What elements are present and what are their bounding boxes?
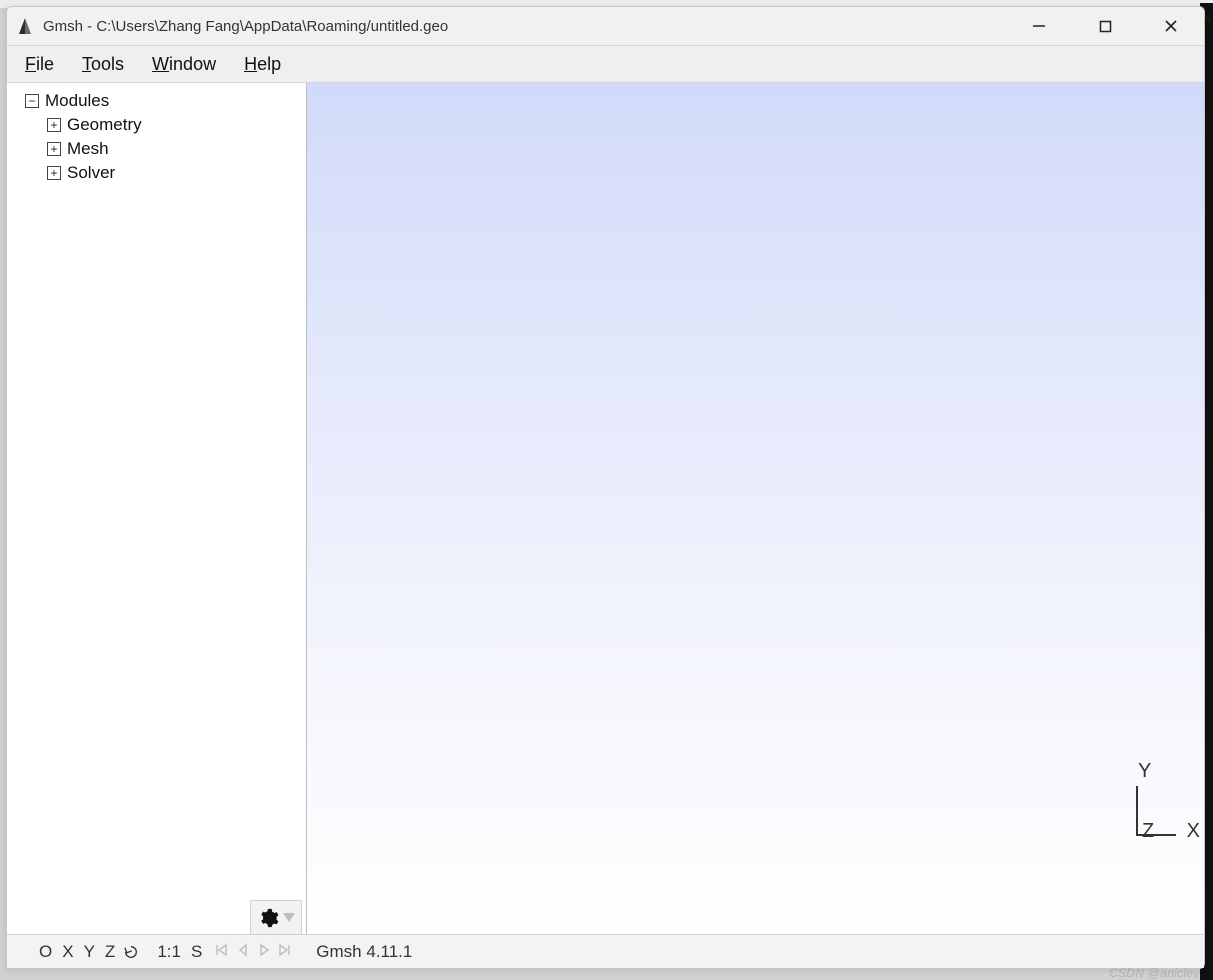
menu-help[interactable]: Help: [244, 54, 281, 75]
app-window: Gmsh - C:\Users\Zhang Fang\AppData\Roami…: [6, 6, 1205, 969]
gear-icon[interactable]: [257, 907, 279, 929]
title-bar[interactable]: Gmsh - C:\Users\Zhang Fang\AppData\Roami…: [7, 7, 1204, 45]
expand-icon[interactable]: +: [47, 142, 61, 156]
menu-tools-label: ools: [91, 54, 124, 74]
menu-file[interactable]: File: [25, 54, 54, 75]
menu-bar: File Tools Window Help: [7, 45, 1204, 83]
dropdown-icon[interactable]: [283, 913, 295, 922]
tree-label: Mesh: [67, 137, 109, 161]
rotate-icon[interactable]: [123, 944, 139, 960]
playback-controls: [214, 942, 292, 962]
work-area: − Modules + Geometry + Mesh + Solver: [7, 83, 1204, 934]
collapse-icon[interactable]: −: [25, 94, 39, 108]
expand-icon[interactable]: +: [47, 166, 61, 180]
maximize-button[interactable]: [1072, 7, 1138, 45]
play-icon[interactable]: [258, 942, 270, 962]
window-controls: [1006, 7, 1204, 45]
watermark: CSDN @aniclever: [1109, 966, 1211, 980]
status-message: Gmsh 4.11.1: [316, 942, 412, 962]
tree-item-modules[interactable]: − Modules: [7, 89, 306, 113]
axis-y-label: Y: [1138, 760, 1151, 783]
view-x-button[interactable]: X: [60, 942, 75, 962]
window-title: Gmsh - C:\Users\Zhang Fang\AppData\Roami…: [43, 18, 448, 35]
close-button[interactable]: [1138, 7, 1204, 45]
mode-button[interactable]: S: [189, 942, 204, 962]
expand-icon[interactable]: +: [47, 118, 61, 132]
step-prev-icon[interactable]: [236, 942, 250, 962]
tree-item-mesh[interactable]: + Mesh: [7, 137, 306, 161]
axis-z-label: Z: [1142, 820, 1154, 843]
sidebar-options: [250, 900, 302, 934]
axes-gizmo: Y Z X: [1096, 780, 1186, 862]
axis-x-line: [1136, 834, 1176, 836]
scale-button[interactable]: 1:1: [155, 942, 183, 962]
view-y-button[interactable]: Y: [82, 942, 97, 962]
viewport-canvas[interactable]: Y Z X: [307, 83, 1204, 934]
sidebar: − Modules + Geometry + Mesh + Solver: [7, 83, 307, 934]
module-tree: − Modules + Geometry + Mesh + Solver: [7, 89, 306, 185]
tree-label: Modules: [45, 89, 109, 113]
tree-item-geometry[interactable]: + Geometry: [7, 113, 306, 137]
view-origin-button[interactable]: O: [37, 942, 54, 962]
menu-window[interactable]: Window: [152, 54, 216, 75]
axis-x-label: X: [1187, 820, 1200, 843]
tree-item-solver[interactable]: + Solver: [7, 161, 306, 185]
menu-help-label: elp: [257, 54, 281, 74]
menu-window-label: indow: [169, 54, 216, 74]
tree-label: Solver: [67, 161, 115, 185]
step-first-icon[interactable]: [214, 942, 228, 962]
menu-file-label: ile: [36, 54, 54, 74]
menu-tools[interactable]: Tools: [82, 54, 124, 75]
minimize-button[interactable]: [1006, 7, 1072, 45]
app-icon: [15, 16, 35, 36]
status-bar: O X Y Z 1:1 S Gmsh 4.11.1: [7, 934, 1204, 968]
axis-y-line: [1136, 786, 1138, 834]
step-last-icon[interactable]: [278, 942, 292, 962]
view-z-button[interactable]: Z: [103, 942, 117, 962]
tree-label: Geometry: [67, 113, 142, 137]
